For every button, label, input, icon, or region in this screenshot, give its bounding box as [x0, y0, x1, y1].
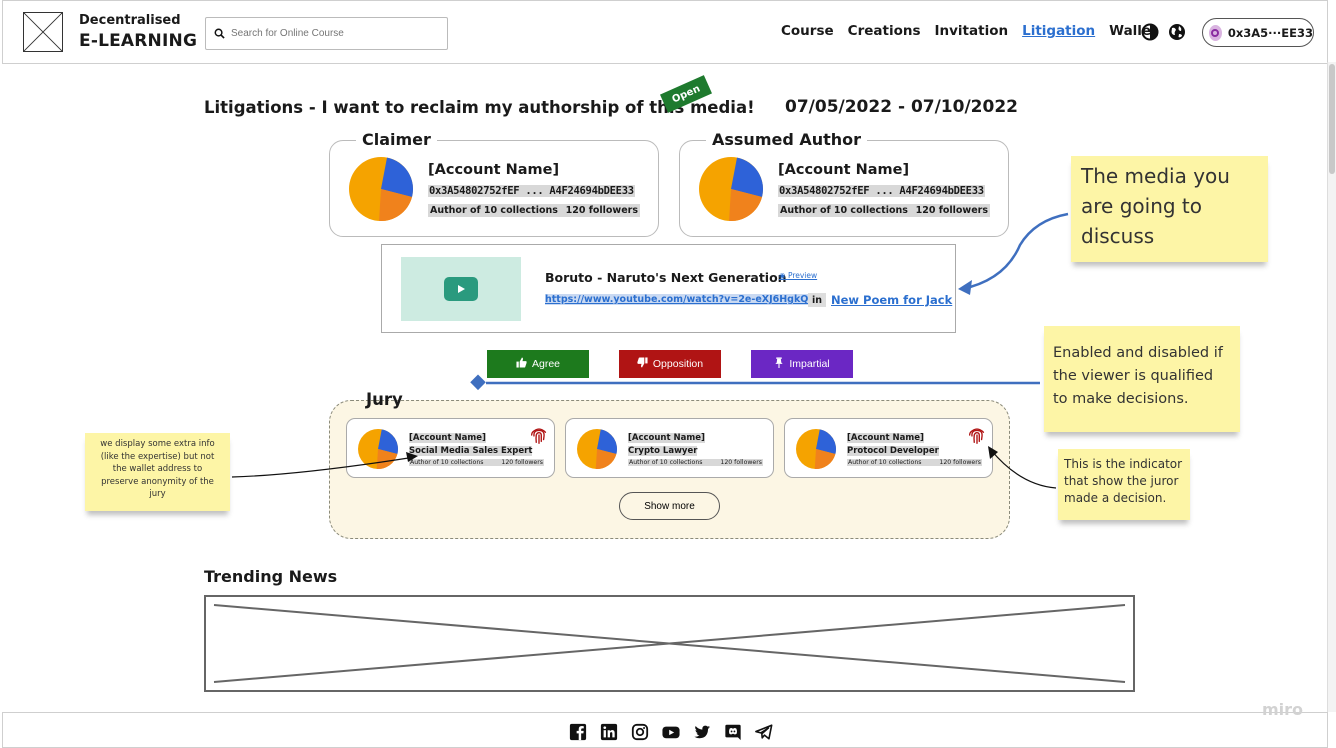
- agree-button[interactable]: Agree: [487, 350, 589, 378]
- thumbs-down-icon: [637, 357, 648, 371]
- juror-followers: 120 followers: [501, 459, 543, 466]
- miro-watermark: miro: [1262, 700, 1304, 719]
- juror-author-of: Author of 10 collections: [410, 459, 484, 466]
- twitter-icon[interactable]: [692, 723, 712, 741]
- wallet-avatar-icon: [1209, 24, 1222, 41]
- instagram-icon[interactable]: [630, 723, 650, 741]
- juror-expertise: Crypto Lawyer: [628, 446, 698, 456]
- assumed-author-author-of: Author of 10 collections: [780, 205, 908, 216]
- assumed-author-followers: 120 followers: [915, 205, 988, 216]
- media-url-link[interactable]: https://www.youtube.com/watch?v=2e-eXJ6H…: [545, 294, 809, 305]
- juror-name: [Account Name]: [409, 433, 486, 443]
- opposition-button[interactable]: Opposition: [619, 350, 721, 378]
- eye-icon: ◉: [779, 271, 786, 280]
- juror-name: [Account Name]: [628, 433, 705, 443]
- claimer-legend: Claimer: [356, 130, 437, 149]
- wallet-address: 0x3A5···EE33: [1227, 25, 1313, 40]
- juror-meta: Author of 10 collections 120 followers: [409, 459, 544, 466]
- claimer-address: 0x3A54802752fEF ... A4F24694bDEE33: [428, 185, 635, 197]
- juror-followers: 120 followers: [720, 459, 762, 466]
- juror-author-of: Author of 10 collections: [629, 459, 703, 466]
- nav-course[interactable]: Course: [781, 23, 834, 39]
- assumed-author-avatar-pie: [699, 157, 763, 221]
- assumed-author-legend: Assumed Author: [706, 130, 868, 149]
- page: Decentralised E-LEARNING Course Creation…: [0, 0, 1336, 748]
- juror-expertise: Social Media Sales Expert: [409, 446, 533, 456]
- trending-news-title: Trending News: [204, 567, 338, 586]
- sticky-note-media: The media you are going to discuss: [1071, 156, 1268, 262]
- juror-meta: Author of 10 collections 120 followers: [847, 459, 982, 466]
- opposition-label: Opposition: [652, 358, 704, 370]
- brand-top: Decentralised: [79, 13, 181, 28]
- claimer-followers: 120 followers: [565, 205, 638, 216]
- media-in-label: in: [808, 293, 826, 307]
- facebook-icon[interactable]: [568, 723, 588, 741]
- discord-icon[interactable]: [723, 723, 743, 741]
- scrollbar-thumb[interactable]: [1329, 64, 1335, 174]
- media-title: Boruto - Naruto's Next Generation: [545, 270, 787, 285]
- juror-meta: Author of 10 collections 120 followers: [628, 459, 763, 466]
- media-collection-link[interactable]: New Poem for Jack: [831, 293, 952, 307]
- juror-card[interactable]: [Account Name] Social Media Sales Expert…: [346, 418, 555, 478]
- assumed-author-card[interactable]: Assumed Author [Account Name] 0x3A548027…: [679, 130, 1009, 237]
- youtube-icon[interactable]: [661, 723, 681, 741]
- juror-avatar-pie: [358, 429, 398, 469]
- pin-icon: [774, 357, 784, 371]
- page-scrollbar[interactable]: [1327, 62, 1336, 712]
- claimer-avatar-pie: [349, 157, 413, 221]
- impartial-label: Impartial: [789, 358, 830, 370]
- main-nav: Course Creations Invitation Litigation W…: [781, 23, 1158, 39]
- media-preview-link[interactable]: ◉ Preview: [779, 271, 817, 280]
- search-input[interactable]: [231, 28, 441, 39]
- juror-expertise: Protocol Developer: [847, 446, 939, 456]
- search-icon: [214, 24, 225, 43]
- media-note-arrowhead: [958, 280, 972, 295]
- juror-card[interactable]: [Account Name] Crypto Lawyer Author of 1…: [565, 418, 774, 478]
- claimer-card[interactable]: Claimer [Account Name] 0x3A54802752fEF .…: [329, 130, 659, 237]
- assumed-author-address: 0x3A54802752fEF ... A4F24694bDEE33: [778, 185, 985, 197]
- fingerprint-decision-icon: [968, 428, 985, 444]
- juror-card[interactable]: [Account Name] Protocol Developer Author…: [784, 418, 993, 478]
- media-thumbnail[interactable]: [401, 257, 521, 321]
- nav-creations[interactable]: Creations: [848, 23, 921, 39]
- agree-label: Agree: [531, 358, 561, 370]
- social-links: [568, 723, 774, 741]
- juror-avatar-pie: [577, 429, 617, 469]
- play-icon[interactable]: [444, 277, 478, 301]
- sticky-note-enable: Enabled and disabled if the viewer is qu…: [1044, 326, 1240, 432]
- claimer-author-of: Author of 10 collections: [430, 205, 558, 216]
- assumed-author-meta: Author of 10 collections 120 followers: [778, 204, 990, 217]
- search-bar[interactable]: [205, 17, 448, 50]
- trending-news-placeholder[interactable]: [204, 595, 1135, 692]
- brand-bottom: E-LEARNING: [79, 31, 198, 51]
- impartial-button[interactable]: Impartial: [751, 350, 853, 378]
- juror-followers: 120 followers: [939, 459, 981, 466]
- thumbs-up-icon: [516, 357, 527, 371]
- juror-author-of: Author of 10 collections: [848, 459, 922, 466]
- show-more-button[interactable]: Show more: [619, 492, 720, 520]
- nav-litigation[interactable]: Litigation: [1022, 23, 1095, 39]
- nav-invitation[interactable]: Invitation: [935, 23, 1009, 39]
- enable-note-diamond: [470, 374, 486, 391]
- top-header: Decentralised E-LEARNING Course Creation…: [2, 0, 1328, 64]
- media-card[interactable]: Boruto - Naruto's Next Generation ◉ Prev…: [381, 244, 956, 333]
- telegram-icon[interactable]: [754, 723, 774, 741]
- claimer-meta: Author of 10 collections 120 followers: [428, 204, 640, 217]
- sticky-note-extra-info: we display some extra info (like the exp…: [85, 433, 230, 511]
- jury-label: Jury: [366, 390, 403, 409]
- sticky-note-indicator: This is the indicator that show the juro…: [1058, 449, 1190, 520]
- footer: [2, 712, 1328, 748]
- globe-icon[interactable]: [1167, 22, 1187, 42]
- claimer-name: [Account Name]: [428, 162, 560, 178]
- fingerprint-decision-icon: [530, 428, 547, 444]
- assumed-author-name: [Account Name]: [778, 162, 910, 178]
- juror-name: [Account Name]: [847, 433, 924, 443]
- juror-avatar-pie: [796, 429, 836, 469]
- litigation-date-range: 07/05/2022 - 07/10/2022: [785, 97, 1018, 117]
- theme-toggle-icon[interactable]: [1140, 22, 1160, 42]
- logo-placeholder[interactable]: [23, 12, 63, 52]
- media-preview-label: Preview: [787, 271, 818, 280]
- wallet-button[interactable]: 0x3A5···EE33: [1202, 18, 1314, 47]
- linkedin-icon[interactable]: [599, 723, 619, 741]
